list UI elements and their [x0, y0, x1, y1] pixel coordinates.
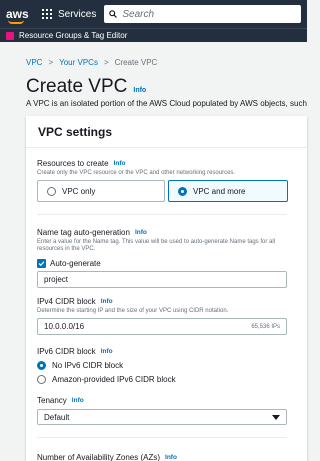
tenancy-label: Tenancy: [37, 396, 67, 405]
chevron-right-icon: >: [103, 58, 109, 67]
ipv4-cidr-input[interactable]: 10.0.0.0/16 65,536 IPs: [37, 318, 287, 335]
vpc-only-option[interactable]: VPC only: [37, 180, 165, 202]
page-title-info-link[interactable]: Info: [133, 87, 146, 94]
auto-generate-checkbox[interactable]: [37, 259, 46, 268]
caret-down-icon: [272, 414, 280, 420]
vpc-settings-header: VPC settings: [26, 116, 307, 148]
services-grid-icon[interactable]: [42, 9, 52, 19]
tenancy-info-link[interactable]: Info: [72, 397, 84, 404]
vpc-only-radio[interactable]: [47, 186, 56, 196]
section-divider: [37, 437, 287, 438]
tenancy-field: Tenancy Info: [37, 396, 84, 405]
ipv6-cidr-field: IPv6 CIDR block Info: [37, 347, 113, 356]
auto-generate-row[interactable]: Auto-generate: [37, 259, 101, 268]
vpc-and-more-label: VPC and more: [193, 186, 246, 196]
top-navigation: aws Services Search: [0, 0, 307, 28]
chevron-right-icon: >: [48, 58, 54, 67]
vpc-and-more-radio[interactable]: [178, 186, 187, 196]
amazon-ipv6-label: Amazon-provided IPv6 CIDR block: [52, 375, 176, 384]
breadcrumb-current: Create VPC: [114, 58, 158, 67]
resource-groups-link[interactable]: Resource Groups & Tag Editor: [19, 31, 127, 40]
checkmark-icon: [38, 261, 45, 267]
auto-generate-label: Auto-generate: [50, 259, 101, 268]
name-tag-value: project: [44, 275, 69, 284]
ipv4-info-link[interactable]: Info: [101, 298, 113, 305]
aws-logo-text: aws: [6, 7, 29, 21]
ipv6-info-link[interactable]: Info: [101, 348, 113, 355]
search-placeholder: Search: [122, 8, 155, 20]
ipv4-cidr-field: IPv4 CIDR block Info Determine the start…: [37, 297, 277, 315]
page-title: Create VPC Info: [26, 76, 146, 98]
amazon-ipv6-radio[interactable]: [37, 375, 46, 384]
amazon-ipv6-option[interactable]: Amazon-provided IPv6 CIDR block: [37, 375, 176, 384]
resources-description: Create only the VPC resource or the VPC …: [37, 170, 236, 176]
ipv4-cidr-value: 10.0.0.0/16: [44, 322, 85, 331]
vpc-only-label: VPC only: [62, 186, 96, 196]
resource-groups-icon: [6, 31, 14, 40]
page-title-text: Create VPC: [26, 76, 128, 97]
name-tag-field: Name tag auto-generation Info Enter a va…: [37, 228, 277, 253]
breadcrumb-vpc[interactable]: VPC: [26, 58, 42, 67]
breadcrumb: VPC > Your VPCs > Create VPC: [26, 58, 157, 67]
ipv4-label: IPv4 CIDR block: [37, 297, 96, 306]
name-tag-input[interactable]: project: [37, 271, 287, 288]
search-icon: [109, 10, 118, 18]
name-tag-label: Name tag auto-generation: [37, 228, 130, 237]
breadcrumb-your-vpcs[interactable]: Your VPCs: [59, 58, 98, 67]
aws-smile-icon: [8, 20, 24, 24]
resources-info-link[interactable]: Info: [114, 160, 126, 167]
services-menu-button[interactable]: Services: [58, 9, 96, 20]
azs-field: Number of Availability Zones (AZs) Info: [37, 453, 177, 461]
page-description: A VPC is an isolated portion of the AWS …: [26, 99, 307, 108]
name-tag-description: Enter a value for the Name tag. This val…: [37, 239, 276, 252]
no-ipv6-radio[interactable]: [37, 361, 46, 370]
global-search-input[interactable]: Search: [104, 5, 301, 23]
resources-label: Resources to create: [37, 159, 109, 168]
no-ipv6-label: No IPv6 CIDR block: [52, 361, 124, 370]
favorites-bar: Resource Groups & Tag Editor: [0, 28, 307, 42]
vpc-and-more-option[interactable]: VPC and more: [168, 180, 288, 202]
ipv4-ip-count: 65,536 IPs: [251, 323, 280, 330]
name-tag-info-link[interactable]: Info: [135, 229, 147, 236]
azs-label: Number of Availability Zones (AZs): [37, 453, 161, 461]
ipv4-description: Determine the starting IP and the size o…: [37, 308, 229, 314]
resources-to-create-field: Resources to create Info Create only the…: [37, 159, 277, 177]
section-divider: [37, 214, 287, 215]
tenancy-select[interactable]: Default: [37, 409, 287, 425]
no-ipv6-option[interactable]: No IPv6 CIDR block: [37, 361, 123, 370]
ipv6-label: IPv6 CIDR block: [37, 347, 96, 356]
tenancy-value: Default: [44, 412, 70, 422]
azs-info-link[interactable]: Info: [165, 454, 177, 461]
aws-logo[interactable]: aws: [6, 7, 30, 24]
